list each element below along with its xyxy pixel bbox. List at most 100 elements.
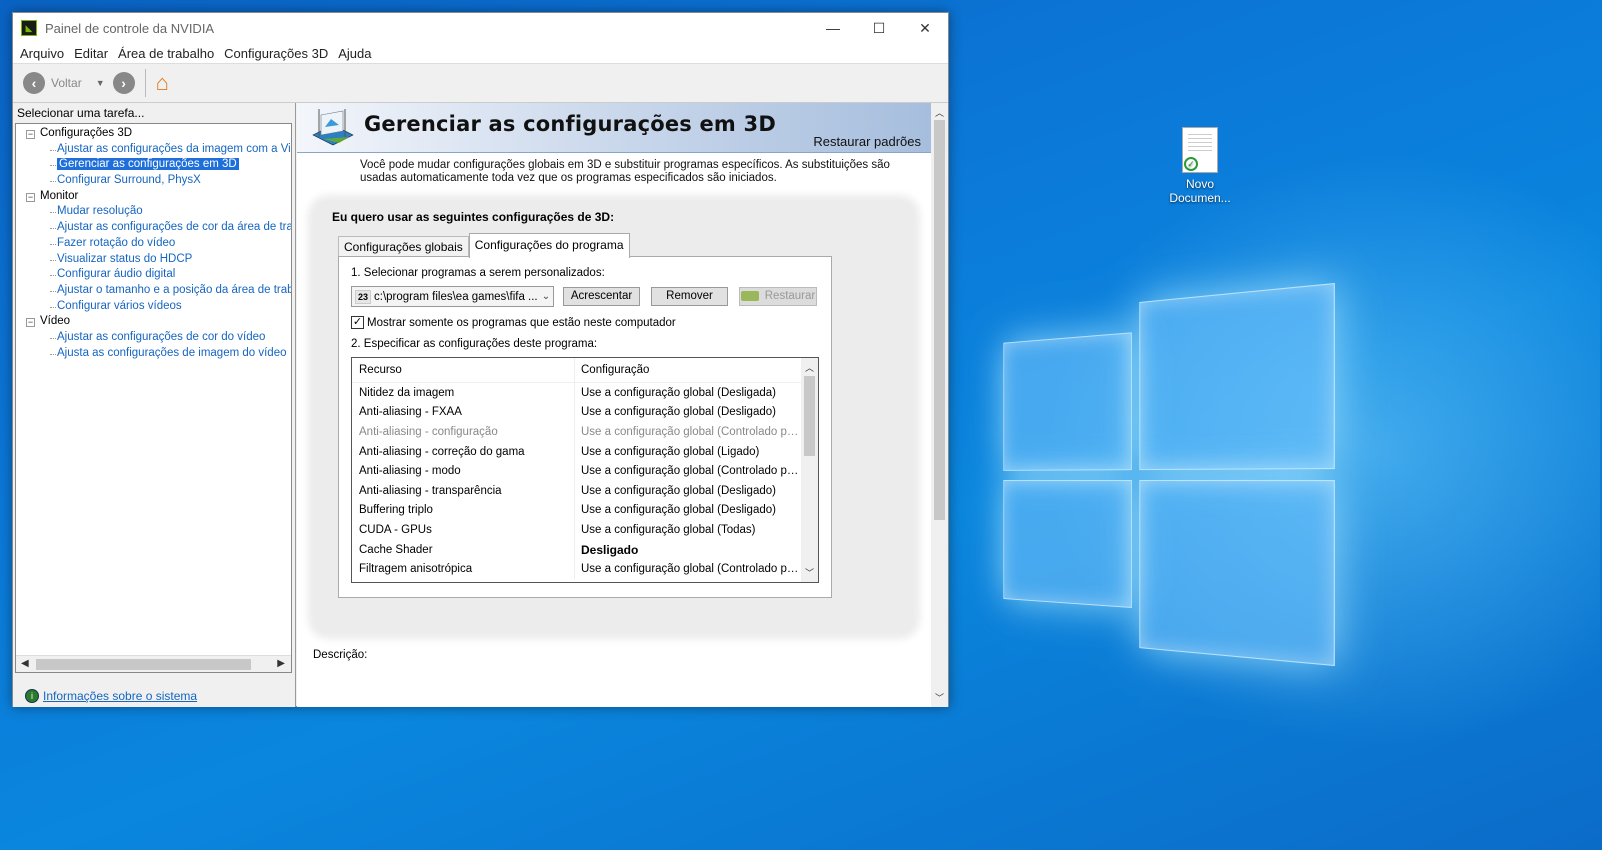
- tree-item[interactable]: Ajusta as configurações de imagem do víd…: [16, 346, 286, 362]
- menu-configuracoes-3d[interactable]: Configurações 3D: [221, 46, 335, 61]
- tree-item-label: Configurar vários vídeos: [57, 300, 182, 312]
- title-bar[interactable]: ◣ Painel de controle da NVIDIA — ☐ ✕: [13, 13, 948, 43]
- collapse-icon[interactable]: −: [26, 193, 35, 202]
- setting-cell[interactable]: Use a configuração global (Desligado): [575, 485, 800, 497]
- restore-program-button[interactable]: Restaurar: [739, 287, 817, 306]
- table-row[interactable]: Buffering triplo Use a configuração globa…: [352, 501, 818, 521]
- collapse-icon[interactable]: −: [26, 318, 35, 327]
- remove-program-button[interactable]: Remover: [651, 287, 728, 306]
- tree-item[interactable]: Ajustar o tamanho e a posição da área de…: [16, 283, 286, 299]
- table-row[interactable]: Anti-aliasing - transparência Use a confi…: [352, 481, 818, 501]
- tree-item-label: Ajustar as configurações de cor do vídeo: [57, 331, 265, 343]
- menu-editar[interactable]: Editar: [71, 46, 115, 61]
- restore-program-label: Restaurar: [765, 290, 816, 302]
- chevron-down-icon[interactable]: ⌄: [539, 291, 553, 302]
- scroll-thumb[interactable]: [36, 659, 251, 670]
- window-title: Painel de controle da NVIDIA: [45, 21, 810, 36]
- table-row[interactable]: CUDA - GPUs Use a configuração global (To…: [352, 520, 818, 540]
- add-program-button[interactable]: Acrescentar: [563, 287, 640, 306]
- tree-item[interactable]: Configurar áudio digital: [16, 267, 286, 283]
- tree-item-label: Ajustar o tamanho e a posição da área de…: [57, 284, 292, 296]
- table-row[interactable]: Anti-aliasing - modo Use a configuração g…: [352, 461, 818, 481]
- description-label: Descrição:: [313, 649, 367, 661]
- program-select-value: c:\program files\ea games\fifa ...: [374, 291, 539, 303]
- scroll-down-icon[interactable]: ﹀: [805, 566, 814, 579]
- tree-item-label: Vídeo: [40, 315, 70, 327]
- table-row[interactable]: Nitidez da imagem Use a configuração glob…: [352, 383, 818, 403]
- minimize-button[interactable]: —: [810, 13, 856, 43]
- nvidia-control-panel-window: ◣ Painel de controle da NVIDIA — ☐ ✕ Arq…: [12, 12, 949, 707]
- logo-pane: [1139, 283, 1335, 470]
- tree-item[interactable]: Ajustar as configurações da imagem com a…: [16, 142, 286, 158]
- table-row[interactable]: Anti-aliasing - configuração Use a config…: [352, 422, 818, 442]
- table-vertical-scrollbar[interactable]: ︿ ﹀: [801, 358, 818, 582]
- setting-cell[interactable]: Use a configuração global (Desligada): [575, 387, 800, 399]
- tree-category[interactable]: − Configurações 3D: [16, 126, 286, 142]
- scroll-up-icon[interactable]: ︿: [805, 361, 814, 374]
- tree-item-label: Ajustar as configurações de cor da área …: [57, 221, 292, 233]
- task-panel: Selecionar uma tarefa... − Configurações …: [13, 103, 296, 707]
- scroll-down-icon[interactable]: ﹀: [935, 691, 944, 704]
- history-dropdown-icon[interactable]: ▼: [96, 78, 105, 88]
- setting-cell[interactable]: Desligado: [575, 543, 800, 557]
- tree-item[interactable]: Configurar Surround, PhysX: [16, 173, 286, 189]
- tab-program-settings[interactable]: Configurações do programa: [469, 233, 630, 258]
- restore-defaults-link[interactable]: Restaurar padrões: [813, 134, 921, 149]
- setting-cell[interactable]: Use a configuração global (Ligado): [575, 446, 800, 458]
- feature-cell: Anti-aliasing - transparência: [352, 481, 575, 501]
- close-button[interactable]: ✕: [902, 13, 948, 43]
- scroll-thumb[interactable]: [934, 120, 945, 520]
- table-row[interactable]: Cache Shader Desligado: [352, 540, 818, 560]
- column-header-setting[interactable]: Configuração: [575, 364, 800, 376]
- tree-horizontal-scrollbar[interactable]: ◀ ▶: [16, 655, 291, 672]
- desktop-icon-label-1: Novo: [1154, 177, 1246, 191]
- setting-cell[interactable]: Use a configuração global (Desligado): [575, 504, 800, 516]
- checkbox-checked-icon[interactable]: ✓: [351, 316, 364, 329]
- menu-arquivo[interactable]: Arquivo: [17, 46, 71, 61]
- tree-item[interactable]: Configurar vários vídeos: [16, 299, 286, 315]
- feature-settings-table: Recurso Configuração Nitidez da imagem Us…: [351, 357, 819, 583]
- column-header-feature[interactable]: Recurso: [352, 358, 575, 382]
- home-icon[interactable]: ⌂: [156, 70, 169, 96]
- nvidia-logo-icon: [741, 291, 759, 301]
- scroll-up-icon[interactable]: ︿: [935, 106, 944, 119]
- tree-item[interactable]: Ajustar as configurações de cor do vídeo: [16, 330, 286, 346]
- program-select[interactable]: 23 c:\program files\ea games\fifa ... ⌄: [351, 286, 554, 307]
- 3d-settings-icon: [309, 105, 355, 149]
- collapse-icon[interactable]: −: [26, 130, 35, 139]
- tree-item-label: Configurações 3D: [40, 127, 132, 139]
- table-row[interactable]: Anti-aliasing - FXAA Use a configuração g…: [352, 403, 818, 423]
- tree-category[interactable]: − Vídeo: [16, 314, 286, 330]
- tree-category[interactable]: − Monitor: [16, 189, 286, 205]
- menu-area-de-trabalho[interactable]: Área de trabalho: [115, 46, 221, 61]
- table-row[interactable]: Filtragem anisotrópica Use a configuração…: [352, 559, 818, 579]
- setting-cell[interactable]: Use a configuração global (Controlado po…: [575, 563, 800, 575]
- tree-item-selected[interactable]: Gerenciar as configurações em 3D: [16, 157, 286, 173]
- scroll-right-icon[interactable]: ▶: [277, 658, 285, 669]
- tree-item[interactable]: Mudar resolução: [16, 204, 286, 220]
- system-info-link[interactable]: Informações sobre o sistema: [43, 689, 197, 703]
- content-vertical-scrollbar[interactable]: ︿ ﹀: [931, 103, 948, 707]
- setting-cell[interactable]: Use a configuração global (Todas): [575, 524, 800, 536]
- tree-item[interactable]: Ajustar as configurações de cor da área …: [16, 220, 286, 236]
- maximize-button[interactable]: ☐: [856, 13, 902, 43]
- setting-cell[interactable]: Use a configuração global (Controlado po…: [575, 465, 800, 477]
- back-arrow-icon[interactable]: ‹: [23, 72, 45, 94]
- desktop-icon-new-document[interactable]: ✓ Novo Documen...: [1154, 127, 1246, 205]
- menu-ajuda[interactable]: Ajuda: [335, 46, 378, 61]
- table-header: Recurso Configuração: [352, 358, 818, 383]
- tree-item[interactable]: Fazer rotação do vídeo: [16, 236, 286, 252]
- scroll-left-icon[interactable]: ◀: [21, 658, 29, 669]
- tree-item-label: Configurar Surround, PhysX: [57, 174, 201, 186]
- back-label[interactable]: Voltar: [51, 76, 82, 90]
- tab-global-settings[interactable]: Configurações globais: [338, 236, 469, 258]
- setting-cell[interactable]: Use a configuração global (Desligado): [575, 406, 800, 418]
- program-settings-panel: 1. Selecionar programas a serem personal…: [338, 256, 832, 598]
- scroll-thumb[interactable]: [804, 376, 815, 456]
- tree-item[interactable]: Visualizar status do HDCP: [16, 252, 286, 268]
- forward-arrow-icon[interactable]: ›: [113, 72, 135, 94]
- setting-cell[interactable]: Use a configuração global (Controlado po…: [575, 426, 800, 438]
- table-row[interactable]: Anti-aliasing - correção do gama Use a co…: [352, 442, 818, 462]
- show-installed-programs-option[interactable]: ✓ Mostrar somente os programas que estão…: [351, 316, 676, 329]
- tree-item-label: Ajustar as configurações da imagem com a…: [57, 143, 292, 155]
